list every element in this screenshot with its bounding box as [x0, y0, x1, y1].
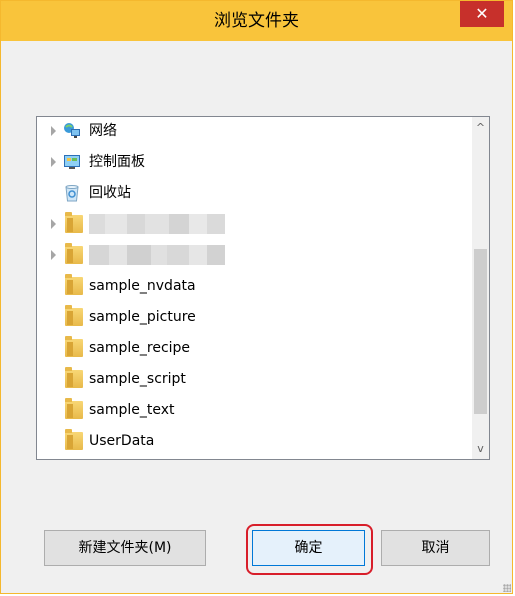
- tree-item-sample-recipe[interactable]: sample_recipe: [37, 334, 457, 362]
- tree-item-sample-script[interactable]: sample_script: [37, 365, 457, 393]
- expand-arrow-icon[interactable]: [51, 250, 56, 260]
- expand-arrow-icon[interactable]: [51, 219, 56, 229]
- folder-icon: [65, 243, 83, 264]
- tree-item-redacted[interactable]: [37, 210, 457, 238]
- tree-item-redacted[interactable]: [37, 241, 457, 269]
- folder-icon: [65, 367, 83, 388]
- folder-tree[interactable]: 网络 控制面板 回收站 sample_nvdata sample_picture…: [36, 116, 490, 460]
- scroll-up-button[interactable]: ^: [472, 119, 489, 136]
- tree-item-sample-picture[interactable]: sample_picture: [37, 303, 457, 331]
- highlight-outline: [246, 524, 373, 575]
- folder-icon: [65, 212, 83, 233]
- scroll-down-button[interactable]: v: [472, 440, 489, 457]
- redacted-label: [89, 214, 225, 234]
- folder-icon: [65, 336, 83, 357]
- tree-item-label: sample_text: [89, 402, 175, 418]
- folder-icon: [65, 274, 83, 295]
- recycle-bin-icon: [65, 185, 79, 202]
- tree-item-label: UserData: [89, 433, 155, 449]
- scroll-thumb[interactable]: [474, 249, 487, 414]
- tree-item-control-panel[interactable]: 控制面板: [37, 148, 457, 176]
- tree-item-network[interactable]: 网络: [37, 117, 457, 145]
- tree-item-label: 回收站: [89, 185, 131, 201]
- network-icon: [64, 123, 80, 138]
- tree-item-label: sample_nvdata: [89, 278, 196, 294]
- dialog-title: 浏览文件夹: [214, 11, 299, 31]
- vertical-scrollbar[interactable]: ^ v: [472, 117, 489, 459]
- close-button[interactable]: ✕: [460, 1, 504, 27]
- tree-item-label: 网络: [89, 123, 117, 139]
- tree-item-label: sample_recipe: [89, 340, 191, 356]
- folder-icon: [65, 305, 83, 326]
- folder-icon: [65, 429, 83, 450]
- tree-item-recycle-bin[interactable]: 回收站: [37, 179, 457, 207]
- tree-item-label: sample_picture: [89, 309, 196, 325]
- tree-item-sample-text[interactable]: sample_text: [37, 396, 457, 424]
- tree-item-label: sample_script: [89, 371, 186, 387]
- redacted-label: [89, 245, 225, 265]
- title-bar[interactable]: 浏览文件夹 ✕: [1, 1, 512, 41]
- control-panel-icon: [64, 155, 80, 169]
- new-folder-button[interactable]: 新建文件夹(M): [44, 530, 206, 566]
- tree-item-sample-nvdata[interactable]: sample_nvdata: [37, 272, 457, 300]
- tree-item-userdata[interactable]: UserData: [37, 427, 457, 455]
- cancel-button[interactable]: 取消: [381, 530, 490, 566]
- resize-grip-icon[interactable]: [503, 584, 511, 592]
- expand-arrow-icon[interactable]: [51, 126, 56, 136]
- expand-arrow-icon[interactable]: [51, 157, 56, 167]
- folder-icon: [65, 398, 83, 419]
- tree-item-label: 控制面板: [89, 154, 145, 170]
